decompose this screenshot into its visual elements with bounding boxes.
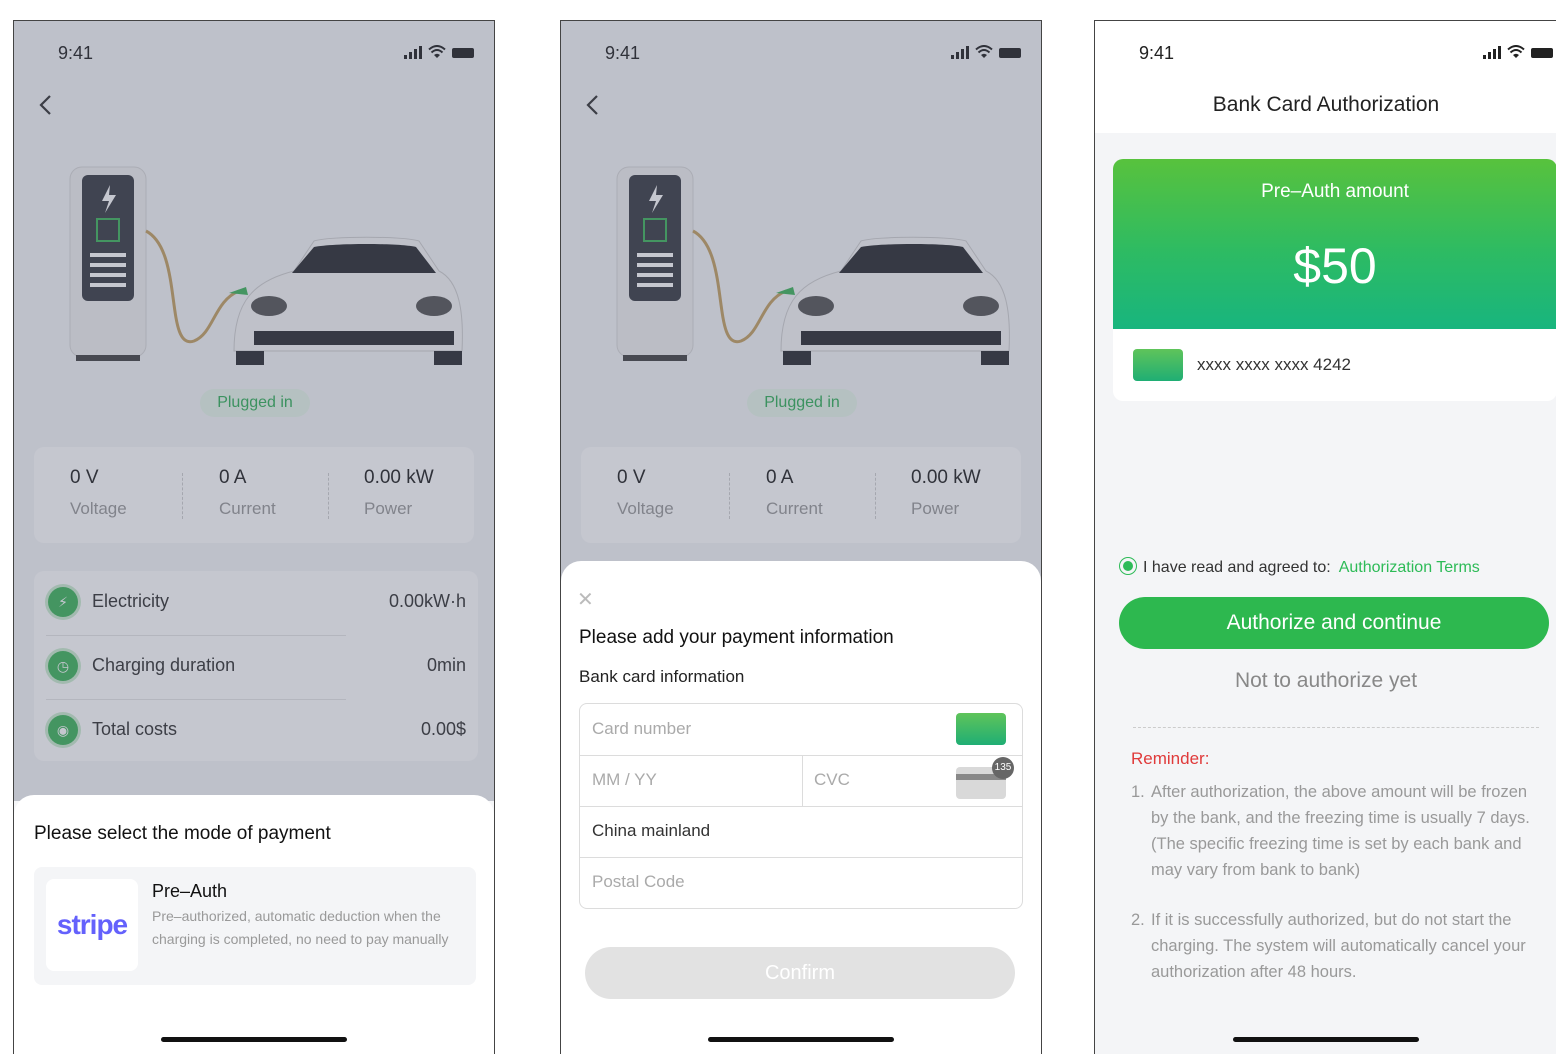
reminder-item: 1. After authorization, the above amount… bbox=[1131, 779, 1545, 883]
home-indicator bbox=[161, 1037, 347, 1042]
country-select[interactable]: China mainland bbox=[580, 806, 1022, 857]
divider bbox=[1133, 727, 1539, 728]
status-bar: 9:41 bbox=[1139, 41, 1553, 65]
card-number-masked: xxxx xxxx xxxx 4242 bbox=[1197, 355, 1351, 374]
reminder-number: 1. bbox=[1131, 783, 1145, 801]
country-value: China mainland bbox=[592, 821, 711, 840]
card-brand-icon bbox=[956, 713, 1006, 745]
sheet-title: Please select the mode of payment bbox=[34, 823, 331, 844]
expiry-placeholder: MM / YY bbox=[592, 770, 657, 789]
page-title: Bank Card Authorization bbox=[1212, 93, 1440, 116]
authorization-terms-link[interactable]: Authorization Terms bbox=[1339, 559, 1480, 576]
wifi-icon bbox=[1507, 45, 1525, 58]
stripe-logo: stripe bbox=[46, 879, 138, 971]
battery-icon bbox=[1531, 48, 1553, 58]
cvc-field[interactable]: CVC 135 bbox=[802, 755, 1022, 806]
postal-placeholder: Postal Code bbox=[592, 872, 685, 891]
phone-screen-authorization: 9:41 Bank Card Authorization Pre–Auth am… bbox=[1094, 20, 1556, 1054]
amount-value: $50 bbox=[1293, 238, 1377, 294]
amount-banner: Pre–Auth amount $50 bbox=[1113, 159, 1556, 329]
cvc-placeholder: CVC bbox=[814, 770, 850, 789]
option-title: Pre–Auth bbox=[152, 881, 228, 901]
payment-mode-sheet: Please select the mode of payment stripe… bbox=[14, 795, 494, 1054]
cvc-badge: 135 bbox=[992, 757, 1014, 779]
modal-overlay[interactable] bbox=[561, 21, 1041, 581]
close-icon[interactable]: ✕ bbox=[577, 587, 594, 612]
signal-icon bbox=[1483, 46, 1501, 59]
status-time: 9:41 bbox=[1139, 43, 1175, 63]
payment-info-sheet: ✕ Please add your payment information Ba… bbox=[561, 561, 1041, 1054]
card-number-field[interactable]: Card number bbox=[580, 704, 1022, 755]
expiry-field[interactable]: MM / YY bbox=[580, 755, 802, 806]
reminder-item: 2. If it is successfully authorized, but… bbox=[1131, 907, 1545, 985]
section-label: Bank card information bbox=[579, 667, 745, 686]
reminder-title: Reminder: bbox=[1131, 749, 1210, 768]
reminder-number: 2. bbox=[1131, 911, 1145, 929]
amount-label: Pre–Auth amount bbox=[1261, 181, 1409, 202]
modal-overlay[interactable] bbox=[14, 21, 494, 801]
not-authorize-link[interactable]: Not to authorize yet bbox=[1095, 669, 1556, 693]
pre-auth-option[interactable]: stripe Pre–Auth Pre–authorized, automati… bbox=[34, 867, 476, 985]
header: 9:41 Bank Card Authorization bbox=[1095, 21, 1556, 133]
home-indicator bbox=[1233, 1037, 1419, 1042]
card-form: Card number MM / YY CVC 135 China mainla… bbox=[579, 703, 1023, 909]
option-description: Pre–authorized, automatic deduction when… bbox=[152, 908, 449, 947]
authorize-button[interactable]: Authorize and continue bbox=[1119, 597, 1549, 649]
bank-card-icon bbox=[1133, 349, 1183, 381]
pre-auth-card: Pre–Auth amount $50 xxxx xxxx xxxx 4242 bbox=[1113, 159, 1556, 401]
terms-agreement: I have read and agreed to: Authorization … bbox=[1119, 557, 1480, 577]
sheet-title: Please add your payment information bbox=[579, 627, 894, 648]
reminder-text: After authorization, the above amount wi… bbox=[1151, 783, 1530, 879]
agree-radio[interactable] bbox=[1119, 557, 1137, 575]
reminder-text: If it is successfully authorized, but do… bbox=[1151, 911, 1526, 981]
agree-text: I have read and agreed to: bbox=[1143, 559, 1331, 576]
cvc-card-icon: 135 bbox=[956, 757, 1014, 799]
home-indicator bbox=[708, 1037, 894, 1042]
card-number-placeholder: Card number bbox=[592, 719, 692, 738]
phone-screen-payment-mode: 9:41 0 V Voltage 0 A Current 0.00 kW Pow… bbox=[13, 20, 495, 1054]
confirm-button[interactable]: Confirm bbox=[585, 947, 1015, 999]
postal-code-field[interactable]: Postal Code bbox=[580, 857, 1022, 908]
phone-screen-payment-info: 9:41 0 V Voltage 0 A Current 0.00 kW Pow… bbox=[560, 20, 1042, 1054]
